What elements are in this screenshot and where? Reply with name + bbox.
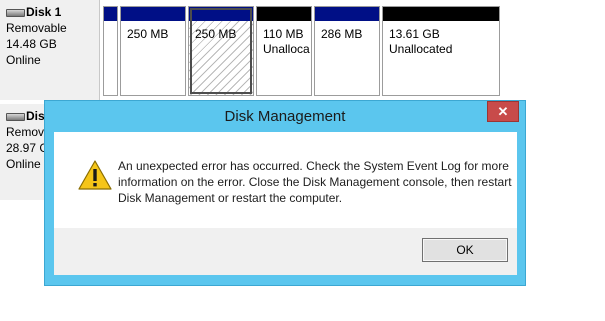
error-message: An unexpected error has occurred. Check …	[118, 159, 512, 205]
disk-1-row: Disk 1 Removable 14.48 GB Online 250 MB …	[0, 0, 605, 100]
partition-status: Unallocated	[389, 42, 453, 56]
drive-icon	[6, 8, 25, 17]
partition-status: Unalloca	[263, 42, 310, 56]
dialog-content: An unexpected error has occurred. Check …	[54, 132, 517, 228]
partition-bar	[189, 7, 253, 21]
error-dialog: Disk Management ✕ An unexpected error ha…	[44, 100, 526, 286]
close-icon: ✕	[497, 104, 509, 119]
disk-1-type: Removable	[6, 21, 67, 35]
partition-1[interactable]	[103, 6, 118, 96]
partition-bar	[383, 7, 499, 21]
partition-5[interactable]: 286 MB	[314, 6, 380, 96]
dialog-footer: OK	[54, 228, 517, 275]
partition-bar	[104, 7, 117, 21]
ok-button[interactable]: OK	[422, 238, 508, 262]
partition-4[interactable]: 110 MB Unalloca	[256, 6, 312, 96]
partition-bar	[121, 7, 185, 21]
partition-size: 110 MB	[263, 27, 304, 41]
drive-icon	[6, 112, 25, 121]
disk-1-name: Disk 1	[26, 5, 62, 19]
partition-size: 286 MB	[321, 27, 363, 41]
partition-size: 13.61 GB	[389, 27, 440, 41]
partition-6[interactable]: 13.61 GB Unallocated	[382, 6, 500, 96]
partition-3[interactable]: 250 MB	[188, 6, 254, 96]
disk-1-info[interactable]: Disk 1 Removable 14.48 GB Online	[0, 0, 100, 100]
close-button[interactable]: ✕	[487, 101, 519, 122]
dialog-titlebar[interactable]: Disk Management ✕	[45, 101, 525, 131]
warning-icon	[78, 160, 112, 190]
partition-bar	[315, 7, 379, 21]
partition-2[interactable]: 250 MB	[120, 6, 186, 96]
disk-1-partitions: 250 MB 250 MB 110 MB Unalloca 286 MB 13.…	[100, 0, 605, 100]
partition-size: 250 MB	[195, 27, 237, 41]
disk-1-status: Online	[6, 53, 41, 67]
partition-bar	[257, 7, 311, 21]
partition-size: 250 MB	[127, 27, 169, 41]
disk-1-size: 14.48 GB	[6, 37, 57, 51]
dialog-title: Disk Management	[224, 108, 346, 125]
